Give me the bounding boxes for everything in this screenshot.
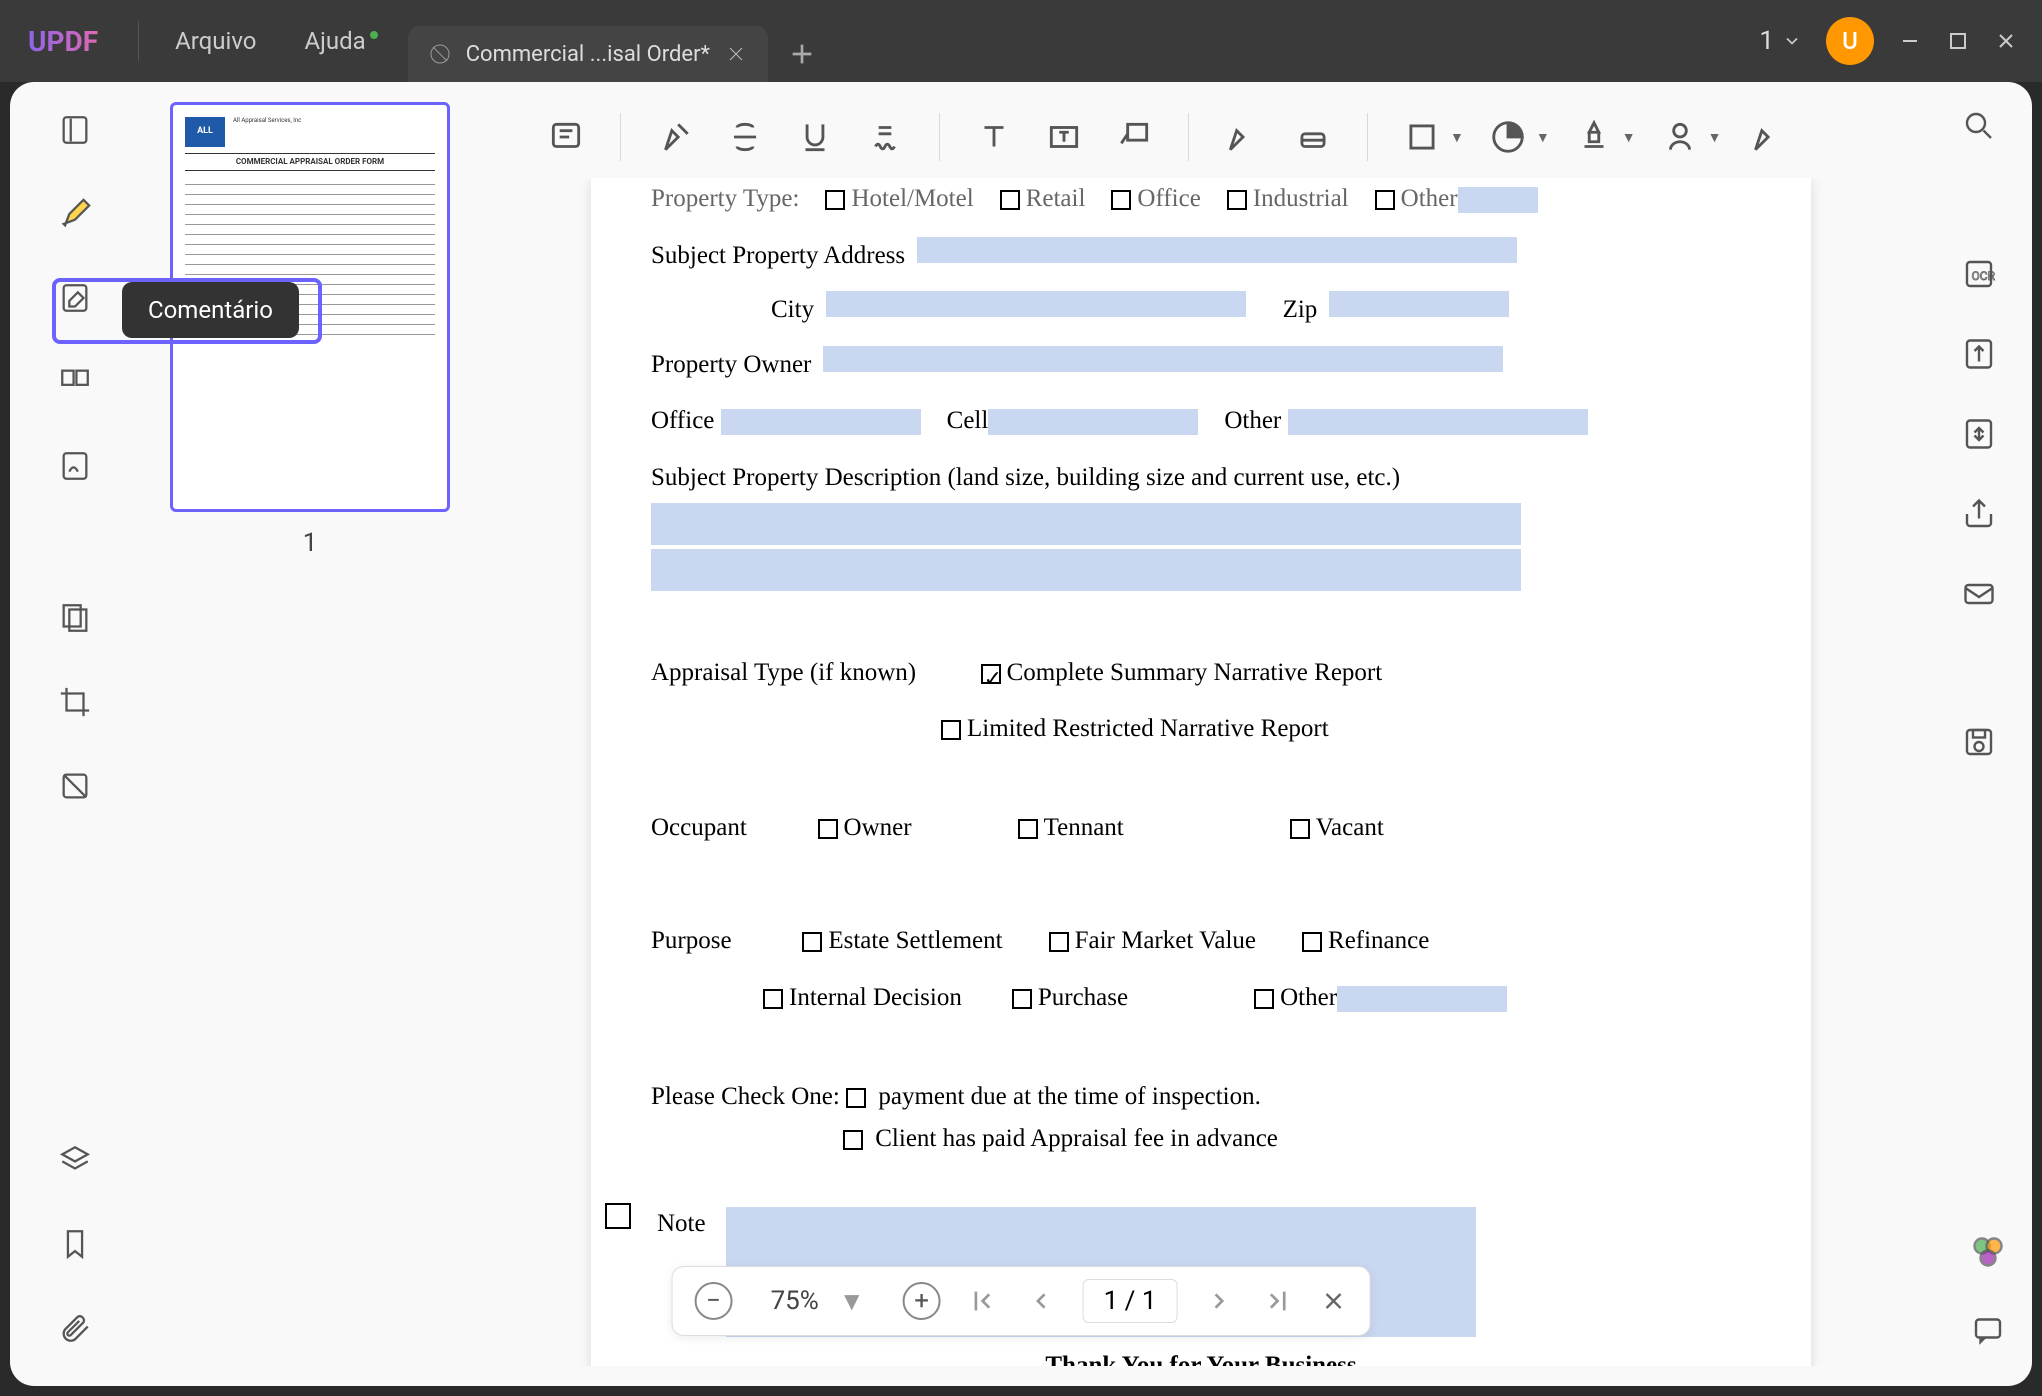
- user-avatar[interactable]: U: [1826, 17, 1874, 65]
- crop-button[interactable]: [47, 674, 103, 730]
- last-page-button[interactable]: [1261, 1285, 1293, 1317]
- add-tab-icon[interactable]: [786, 38, 818, 70]
- convert-button[interactable]: [1953, 328, 2005, 380]
- email-button[interactable]: [1953, 568, 2005, 620]
- occupant-label: Occupant: [651, 807, 747, 850]
- zoom-level-select[interactable]: 75%▼: [759, 1286, 877, 1317]
- appraisal-complete-option: Complete Summary Narrative Report: [1007, 659, 1383, 686]
- minimize-icon[interactable]: [1898, 29, 1922, 53]
- city-label: City: [771, 289, 814, 332]
- comments-panel-button[interactable]: [1962, 1304, 2014, 1356]
- note-label: Note: [657, 1203, 706, 1246]
- app-logo: UPDF: [0, 25, 126, 58]
- pay-due-option: payment due at the time of inspection.: [878, 1083, 1261, 1110]
- thanks-text: Thank You for Your Business: [651, 1345, 1751, 1366]
- pt-other-option: Other: [1401, 185, 1458, 212]
- strikethrough-tool[interactable]: [719, 111, 771, 163]
- maximize-icon[interactable]: [1946, 29, 1970, 53]
- zoom-bar: − 75%▼ + 1 / 1: [672, 1266, 1371, 1336]
- stamp-tool[interactable]: ▼: [1568, 111, 1636, 163]
- next-page-button[interactable]: [1203, 1285, 1235, 1317]
- squiggly-tool[interactable]: [859, 111, 911, 163]
- bookmarks-button[interactable]: [47, 1216, 103, 1272]
- underline-tool[interactable]: [789, 111, 841, 163]
- subject-address-label: Subject Property Address: [651, 235, 905, 278]
- highlight-tool[interactable]: [649, 111, 701, 163]
- svg-text:OCR: OCR: [1972, 269, 1996, 283]
- cell-label: Cell: [947, 407, 989, 434]
- zip-label: Zip: [1283, 289, 1318, 332]
- page-tools-button[interactable]: [47, 590, 103, 646]
- tab-title: Commercial ...isal Order*: [466, 42, 710, 67]
- close-zoombar-button[interactable]: [1319, 1287, 1347, 1315]
- pay-advance-option: Client has paid Appraisal fee in advance: [875, 1125, 1278, 1152]
- share-button[interactable]: [1953, 488, 2005, 540]
- save-button[interactable]: [1953, 716, 2005, 768]
- purpose-estate-option: Estate Settlement: [828, 927, 1002, 954]
- search-button[interactable]: [1953, 100, 2005, 152]
- fill-sign-button[interactable]: [47, 438, 103, 494]
- page-number-input[interactable]: 1 / 1: [1083, 1279, 1178, 1323]
- textbox-tool[interactable]: [1038, 111, 1090, 163]
- pdf-page: Property Type: Hotel/Motel Retail Office…: [591, 178, 1811, 1366]
- edit-mode-button[interactable]: [47, 270, 103, 326]
- property-type-label: Property Type:: [651, 178, 799, 221]
- note-tool[interactable]: [540, 111, 592, 163]
- pt-retail-option: Retail: [1026, 185, 1086, 212]
- check-one-label: Please Check One:: [651, 1083, 840, 1110]
- signature-tool[interactable]: ▼: [1654, 111, 1722, 163]
- appraisal-limited-option: Limited Restricted Narrative Report: [967, 715, 1329, 742]
- other-phone-label: Other: [1224, 407, 1281, 434]
- zoom-out-button[interactable]: −: [695, 1282, 733, 1320]
- sticker-tool[interactable]: ▼: [1482, 111, 1550, 163]
- subject-desc-label: Subject Property Description (land size,…: [651, 457, 1751, 500]
- compress-button[interactable]: [1953, 408, 2005, 460]
- pt-industrial-option: Industrial: [1253, 185, 1349, 212]
- first-page-button[interactable]: [967, 1285, 999, 1317]
- purpose-purchase-option: Purchase: [1038, 984, 1128, 1011]
- property-owner-label: Property Owner: [651, 344, 811, 387]
- purpose-fmv-option: Fair Market Value: [1075, 927, 1256, 954]
- text-tool[interactable]: [968, 111, 1020, 163]
- attachments-button[interactable]: [47, 1300, 103, 1356]
- purpose-internal-option: Internal Decision: [789, 984, 962, 1011]
- occupant-owner-option: Owner: [844, 814, 912, 841]
- zoom-in-button[interactable]: +: [903, 1282, 941, 1320]
- more-tools[interactable]: [1739, 111, 1791, 163]
- thumbnail-panel: ALLAll Appraisal Services, Inc COMMERCIA…: [140, 82, 480, 1386]
- no-preview-icon: [428, 42, 452, 66]
- ocr-button[interactable]: OCR: [1953, 248, 2005, 300]
- page-indicator[interactable]: 1: [1759, 26, 1802, 56]
- menu-ajuda[interactable]: Ajuda: [281, 27, 390, 55]
- callout-tool[interactable]: [1108, 111, 1160, 163]
- pt-hotel-option: Hotel/Motel: [851, 185, 973, 212]
- comment-mode-button[interactable]: [47, 186, 103, 242]
- purpose-other-option: Other: [1280, 984, 1337, 1011]
- eraser-tool[interactable]: [1287, 111, 1339, 163]
- occupant-vacant-option: Vacant: [1316, 814, 1384, 841]
- redact-button[interactable]: [47, 758, 103, 814]
- close-window-icon[interactable]: [1994, 29, 2018, 53]
- reader-mode-button[interactable]: [47, 102, 103, 158]
- document-tab[interactable]: Commercial ...isal Order*: [408, 26, 768, 82]
- thumbnail-page-number: 1: [303, 528, 318, 558]
- appraisal-type-label: Appraisal Type (if known): [651, 652, 916, 695]
- office-label: Office: [651, 407, 714, 434]
- pt-office-option: Office: [1137, 185, 1200, 212]
- prev-page-button[interactable]: [1025, 1285, 1057, 1317]
- close-tab-icon[interactable]: [724, 42, 748, 66]
- purpose-refi-option: Refinance: [1328, 927, 1429, 954]
- occupant-tennant-option: Tennant: [1044, 814, 1124, 841]
- layers-button[interactable]: [47, 1132, 103, 1188]
- shape-tool[interactable]: ▼: [1396, 111, 1464, 163]
- menu-arquivo[interactable]: Arquivo: [151, 27, 280, 55]
- organize-pages-button[interactable]: [47, 354, 103, 410]
- ai-button[interactable]: [1962, 1226, 2014, 1278]
- annotation-toolbar: ▼ ▼ ▼ ▼: [540, 100, 1872, 174]
- comment-tooltip: Comentário: [122, 282, 299, 338]
- purpose-label: Purpose: [651, 920, 732, 963]
- pencil-tool[interactable]: [1217, 111, 1269, 163]
- document-viewport[interactable]: Property Type: Hotel/Motel Retail Office…: [480, 178, 2032, 1366]
